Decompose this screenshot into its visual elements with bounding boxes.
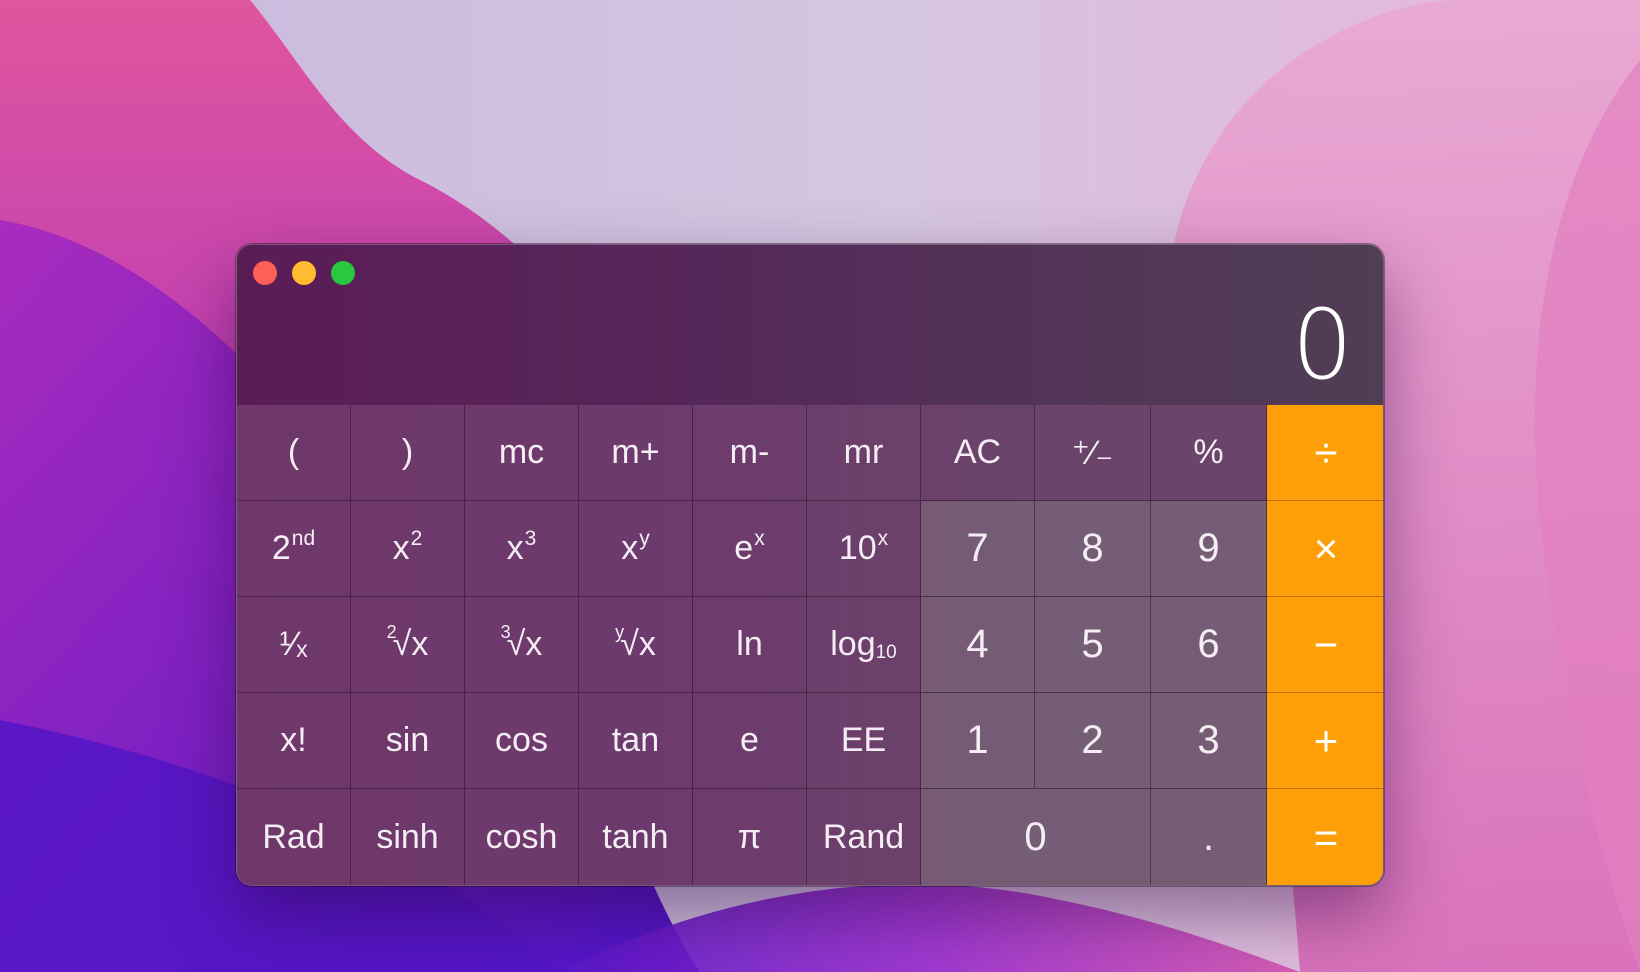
second-base: 2 — [271, 529, 291, 567]
x-squared-sup: 2 — [410, 526, 423, 550]
x-squared-button[interactable]: x2 — [351, 501, 465, 597]
log10-sub: 10 — [875, 641, 897, 663]
multiply-button[interactable]: × — [1267, 501, 1383, 597]
memory-add-button[interactable]: m+ — [579, 405, 693, 501]
second-sup: nd — [291, 526, 316, 550]
ten-power-x-sup: x — [877, 526, 889, 550]
x-cubed-button[interactable]: x3 — [465, 501, 579, 597]
digit-2-button[interactable]: 2 — [1035, 693, 1151, 789]
x-squared-base: x — [392, 529, 410, 567]
subtract-button[interactable]: − — [1267, 597, 1383, 693]
pi-button[interactable]: π — [693, 789, 807, 885]
title-bar: 0 — [237, 245, 1383, 405]
all-clear-button[interactable]: AC — [921, 405, 1035, 501]
digit-1-button[interactable]: 1 — [921, 693, 1035, 789]
open-paren-button[interactable]: ( — [237, 405, 351, 501]
minimize-window-button[interactable] — [292, 261, 316, 285]
x-power-y-sup: y — [639, 526, 650, 550]
result-display: 0 — [1291, 289, 1353, 401]
x-cubed-base: x — [506, 529, 524, 567]
digit-8-button[interactable]: 8 — [1035, 501, 1151, 597]
ten-power-x-base: 10 — [838, 529, 877, 567]
y-root-index: y — [615, 622, 625, 642]
log10-button[interactable]: log 10 — [807, 597, 921, 693]
digit-6-button[interactable]: 6 — [1151, 597, 1267, 693]
tan-button[interactable]: tan — [579, 693, 693, 789]
digit-5-button[interactable]: 5 — [1035, 597, 1151, 693]
random-button[interactable]: Rand — [807, 789, 921, 885]
cube-root-body: √x — [506, 625, 543, 663]
reciprocal-label: ¹∕ₓ — [279, 625, 308, 663]
square-root-button[interactable]: 2 √x — [351, 597, 465, 693]
e-power-x-base: e — [734, 529, 754, 567]
decimal-button[interactable]: . — [1151, 789, 1267, 885]
square-root-index: 2 — [386, 622, 397, 642]
digit-9-button[interactable]: 9 — [1151, 501, 1267, 597]
cube-root-index: 3 — [500, 622, 511, 642]
x-power-y-base: x — [621, 529, 639, 567]
keypad: ( ) mc m+ m- mr AC ⁺∕₋ % ÷ 2nd x2 x3 xy … — [237, 405, 1383, 885]
second-function-button[interactable]: 2nd — [237, 501, 351, 597]
cosh-button[interactable]: cosh — [465, 789, 579, 885]
sin-button[interactable]: sin — [351, 693, 465, 789]
percent-button[interactable]: % — [1151, 405, 1267, 501]
plus-minus-button[interactable]: ⁺∕₋ — [1035, 405, 1151, 501]
factorial-button[interactable]: x! — [237, 693, 351, 789]
digit-0-button[interactable]: 0 — [921, 789, 1151, 885]
natural-log-button[interactable]: ln — [693, 597, 807, 693]
tanh-button[interactable]: tanh — [579, 789, 693, 885]
memory-clear-button[interactable]: mc — [465, 405, 579, 501]
close-paren-button[interactable]: ) — [351, 405, 465, 501]
equals-button[interactable]: = — [1267, 789, 1383, 885]
y-root-body: √x — [620, 625, 656, 663]
maximize-window-button[interactable] — [331, 261, 355, 285]
exponent-button[interactable]: EE — [807, 693, 921, 789]
e-power-x-button[interactable]: ex — [693, 501, 807, 597]
memory-recall-button[interactable]: mr — [807, 405, 921, 501]
y-root-button[interactable]: y √x — [579, 597, 693, 693]
memory-subtract-button[interactable]: m- — [693, 405, 807, 501]
add-button[interactable]: + — [1267, 693, 1383, 789]
e-power-x-sup: x — [754, 526, 765, 550]
window-controls — [253, 261, 355, 285]
euler-button[interactable]: e — [693, 693, 807, 789]
digit-3-button[interactable]: 3 — [1151, 693, 1267, 789]
calculator-window: 0 ( ) mc m+ m- mr AC ⁺∕₋ % ÷ 2nd x2 x3 x… — [236, 244, 1384, 886]
digit-7-button[interactable]: 7 — [921, 501, 1035, 597]
digit-4-button[interactable]: 4 — [921, 597, 1035, 693]
reciprocal-button[interactable]: ¹∕ₓ — [237, 597, 351, 693]
cos-button[interactable]: cos — [465, 693, 579, 789]
divide-button[interactable]: ÷ — [1267, 405, 1383, 501]
ten-power-x-button[interactable]: 10 x — [807, 501, 921, 597]
radians-button[interactable]: Rad — [237, 789, 351, 885]
log10-base: log — [830, 625, 876, 663]
close-window-button[interactable] — [253, 261, 277, 285]
cube-root-button[interactable]: 3 √x — [465, 597, 579, 693]
sinh-button[interactable]: sinh — [351, 789, 465, 885]
x-power-y-button[interactable]: xy — [579, 501, 693, 597]
x-cubed-sup: 3 — [524, 526, 537, 550]
square-root-body: √x — [392, 625, 429, 663]
